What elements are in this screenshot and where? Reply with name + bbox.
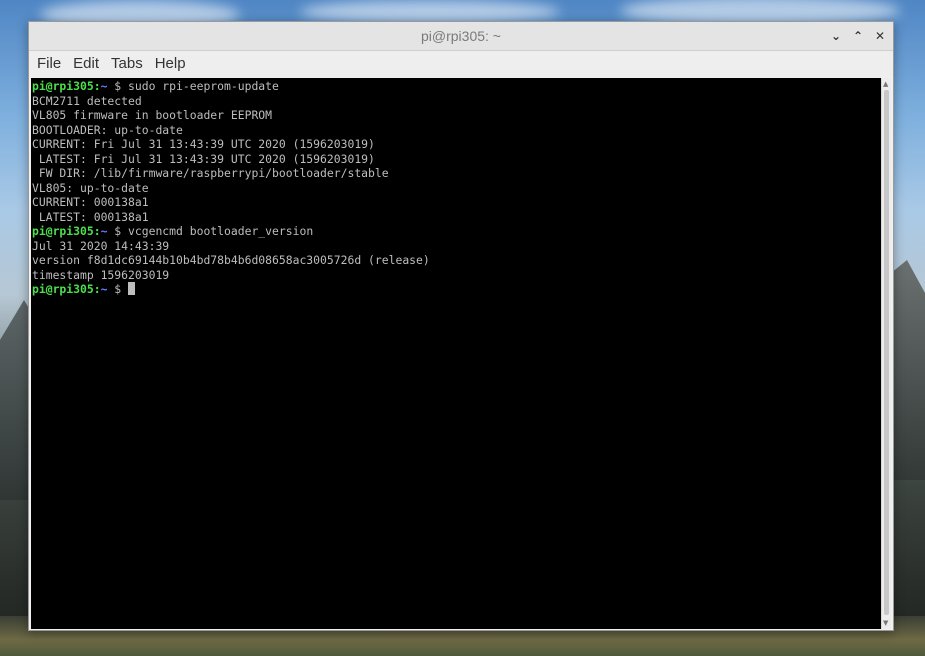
menu-tabs[interactable]: Tabs <box>105 51 149 77</box>
scroll-up-icon[interactable]: ▲ <box>883 80 888 88</box>
menu-edit[interactable]: Edit <box>67 51 105 77</box>
menu-bar: File Edit Tabs Help <box>29 51 893 77</box>
terminal-output-line: CURRENT: Fri Jul 31 13:43:39 UTC 2020 (1… <box>32 137 375 151</box>
command-text: vcgencmd bootloader_version <box>121 224 314 238</box>
terminal-output-line: timestamp 1596203019 <box>32 267 170 282</box>
terminal-command-line: pi@rpi305:~ $ <box>32 282 881 297</box>
terminal-output-line: CURRENT: 000138a1 <box>32 195 149 209</box>
terminal-output[interactable]: pi@rpi305:~ $ sudo rpi-eeprom-update BCM2… <box>31 78 881 629</box>
terminal-output-line: VL805: up-to-date <box>32 180 149 195</box>
terminal-output-line: Jul 31 2020 14:43:39 <box>32 238 170 253</box>
scroll-down-icon[interactable]: ▼ <box>883 619 888 627</box>
terminal-output-line: BCM2711 detected <box>32 93 142 108</box>
terminal-command-line: pi@rpi305:~ $ sudo rpi-eeprom-update <box>32 79 881 94</box>
terminal-window[interactable]: pi@rpi305: ~ ⌄ ⌃ ✕ File Edit Tabs Help p… <box>28 21 894 631</box>
window-title: pi@rpi305: ~ <box>421 28 501 44</box>
terminal-output-line: VL805 firmware in bootloader EEPROM <box>32 108 273 122</box>
maximize-button[interactable]: ⌃ <box>851 29 865 43</box>
command-text: sudo rpi-eeprom-update <box>121 79 279 93</box>
close-button[interactable]: ✕ <box>873 29 887 43</box>
prompt-sign: $ <box>107 224 122 238</box>
chevron-down-icon: ⌄ <box>830 29 842 43</box>
prompt-sign: $ <box>107 79 122 93</box>
minimize-button[interactable]: ⌄ <box>829 29 843 43</box>
close-icon: ✕ <box>874 29 886 43</box>
terminal-command-line: pi@rpi305:~ $ vcgencmd bootloader_versio… <box>32 224 881 239</box>
prompt-user: pi@rpi305: <box>32 282 101 296</box>
terminal-output-line: FW DIR: /lib/firmware/raspberrypi/bootlo… <box>32 166 389 180</box>
scroll-thumb[interactable] <box>884 90 889 615</box>
command-text <box>121 282 128 296</box>
prompt-sign: $ <box>107 282 122 296</box>
window-controls: ⌄ ⌃ ✕ <box>829 22 887 50</box>
terminal-output-line: version f8d1dc69144b10b4bd78b4b6d08658ac… <box>32 253 430 267</box>
terminal-output-line: BOOTLOADER: up-to-date <box>32 122 183 137</box>
scrollbar[interactable]: ▲ ▼ <box>881 78 891 629</box>
prompt-user: pi@rpi305: <box>32 224 101 238</box>
chevron-up-icon: ⌃ <box>852 29 864 43</box>
menu-help[interactable]: Help <box>149 51 192 77</box>
prompt-user: pi@rpi305: <box>32 79 101 93</box>
terminal-output-line: LATEST: Fri Jul 31 13:43:39 UTC 2020 (15… <box>32 151 375 166</box>
terminal-output-line: LATEST: 000138a1 <box>32 209 149 224</box>
cursor <box>128 282 136 295</box>
menu-file[interactable]: File <box>31 51 67 77</box>
title-bar[interactable]: pi@rpi305: ~ ⌄ ⌃ ✕ <box>29 22 893 51</box>
